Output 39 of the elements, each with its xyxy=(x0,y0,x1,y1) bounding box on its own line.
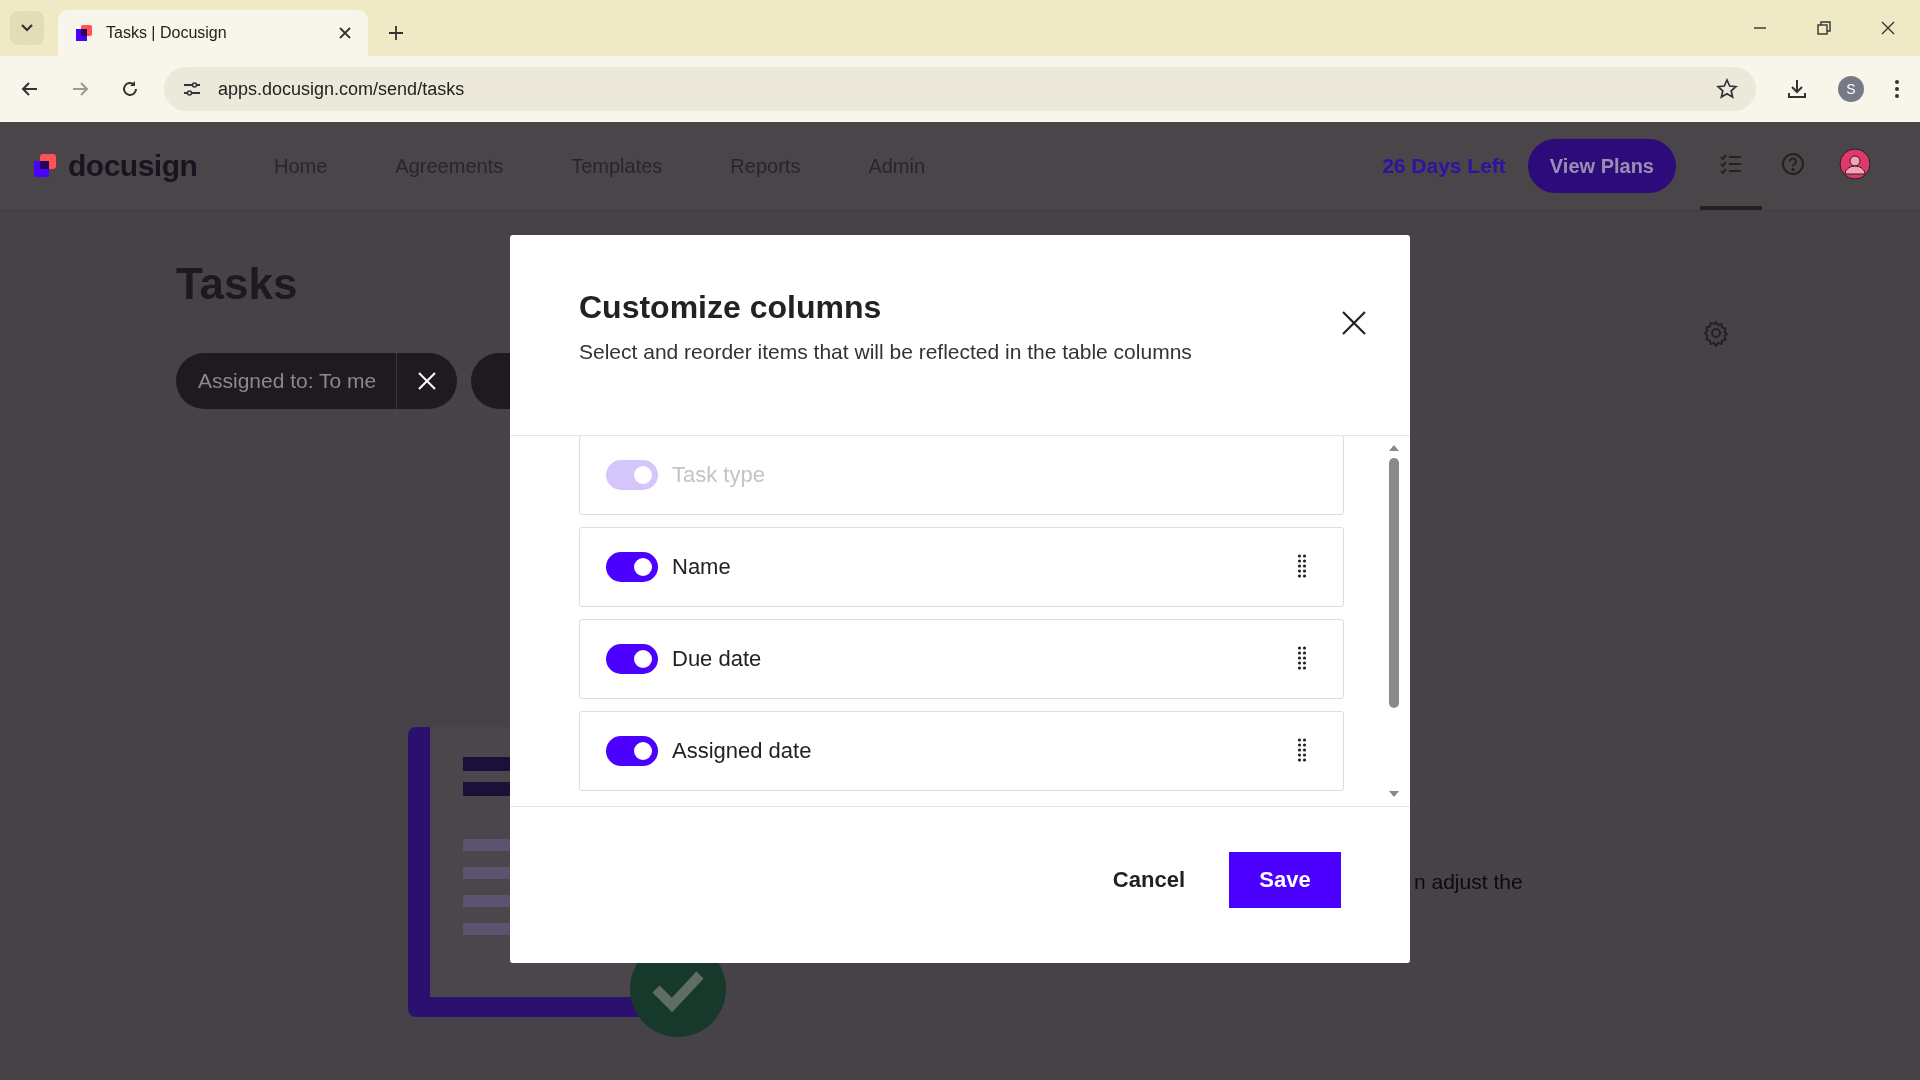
restore-icon[interactable] xyxy=(1816,20,1832,36)
drag-handle-icon[interactable] xyxy=(1297,554,1307,580)
close-icon[interactable] xyxy=(338,26,352,40)
column-option[interactable]: Due date xyxy=(579,619,1344,699)
reload-icon[interactable] xyxy=(120,79,140,99)
toggle-switch[interactable] xyxy=(606,552,658,582)
scroll-down-icon[interactable] xyxy=(1388,790,1400,798)
tab-list-button[interactable] xyxy=(10,11,44,45)
trial-days-text: 26 Days Left xyxy=(1382,154,1506,178)
download-icon[interactable] xyxy=(1786,78,1808,100)
drag-handle-icon[interactable] xyxy=(1297,646,1307,672)
empty-state-text: n adjust the xyxy=(1414,870,1523,894)
browser-tab[interactable]: Tasks | Docusign xyxy=(58,10,368,56)
chevron-down-icon xyxy=(20,23,34,33)
new-tab-icon[interactable] xyxy=(388,25,404,41)
dialog-description: Select and reorder items that will be reflected in the table columns xyxy=(579,340,1192,364)
toggle-switch[interactable] xyxy=(606,644,658,674)
profile-avatar[interactable]: S xyxy=(1838,76,1864,102)
checklist-icon xyxy=(1719,152,1743,176)
filter-chip[interactable]: Assigned to: To me xyxy=(176,353,458,409)
save-button[interactable]: Save xyxy=(1229,852,1341,908)
close-icon xyxy=(1341,310,1367,336)
avatar-icon xyxy=(1839,148,1871,180)
docusign-logo-icon xyxy=(74,23,94,43)
bookmark-star-icon[interactable] xyxy=(1716,78,1738,100)
column-option[interactable]: Name xyxy=(579,527,1344,607)
column-option[interactable]: Assigned date xyxy=(579,711,1344,791)
drag-handle-icon[interactable] xyxy=(1297,738,1307,764)
more-options-icon[interactable] xyxy=(1894,79,1900,99)
close-icon[interactable] xyxy=(1880,20,1896,36)
help-icon xyxy=(1781,152,1805,176)
scroll-up-icon[interactable] xyxy=(1388,444,1400,452)
view-plans-button[interactable]: View Plans xyxy=(1527,139,1676,193)
dialog-title: Customize columns xyxy=(579,289,883,326)
cancel-button[interactable]: Cancel xyxy=(1092,853,1205,907)
tab-title: Tasks | Docusign xyxy=(106,24,228,42)
toggle-switch[interactable] xyxy=(606,736,658,766)
address-field[interactable]: apps.docusign.com/send/tasks xyxy=(164,67,1756,111)
site-settings-icon xyxy=(182,79,202,99)
